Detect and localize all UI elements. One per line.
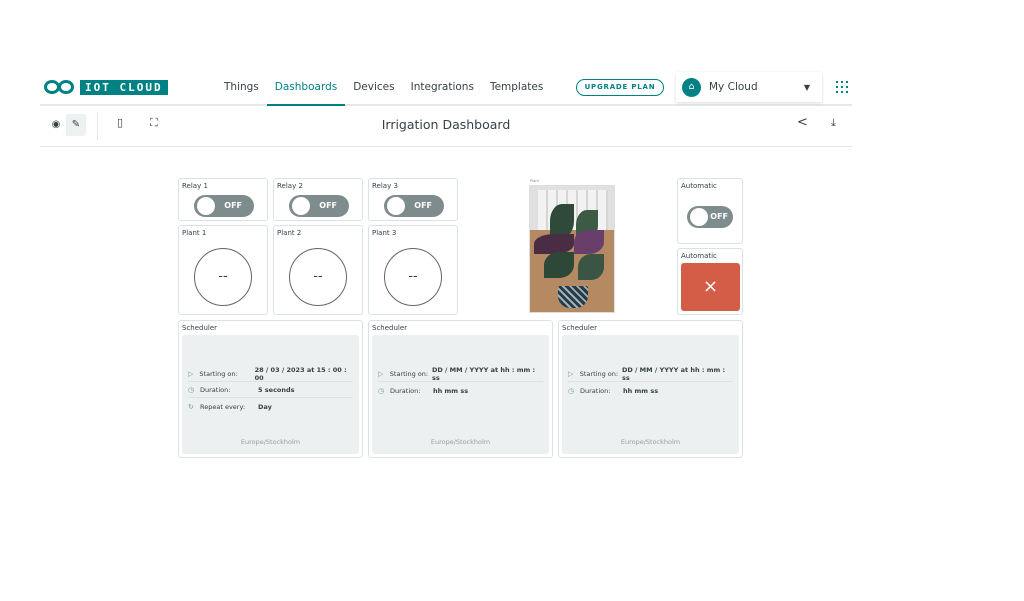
- automatic-switch-widget: Automatic OFF: [677, 178, 743, 244]
- close-icon[interactable]: ×: [681, 263, 740, 311]
- duration-row: ◷ Duration: hh mm ss: [568, 383, 733, 398]
- scheduler-widget: Scheduler ▷ Starting on: DD / MM / YYYY at…: [558, 320, 743, 458]
- widget-title: Automatic: [681, 252, 717, 260]
- widget-title: Plant 2: [277, 229, 302, 237]
- play-icon: ▷: [378, 370, 384, 378]
- apps-grid-icon[interactable]: [836, 81, 848, 93]
- starting-value: DD / MM / YYYY at hh : mm : ss: [431, 366, 536, 382]
- main-nav: Things Dashboards Devices Integrations T…: [216, 70, 551, 106]
- nav-devices[interactable]: Devices: [345, 70, 402, 106]
- widget-title: Scheduler: [562, 324, 598, 332]
- timezone-label: Europe/Stockholm: [620, 438, 681, 446]
- dashboard-title: Irrigation Dashboard: [381, 117, 511, 132]
- dashboard-toolbar: ◉ ✎ ▯ ⛶ Irrigation Dashboard < ⤓: [40, 106, 852, 147]
- automatic-status-widget: Automatic ×: [677, 248, 743, 315]
- download-icon[interactable]: ⤓: [831, 116, 836, 130]
- widget-title: Relay 3: [372, 182, 398, 190]
- plant-3-gauge: --: [384, 248, 442, 306]
- logo-text: IOT CLOUD: [80, 79, 168, 95]
- widget-title: Plant 3: [372, 229, 397, 237]
- switch-state: OFF: [224, 201, 242, 210]
- duration-label: Duration:: [200, 386, 231, 394]
- nav-templates[interactable]: Templates: [482, 70, 551, 106]
- duration-value: 5 seconds: [258, 386, 295, 394]
- widget-title: Plant 1: [182, 229, 207, 237]
- relay-widget: Relay 1 OFF: [178, 178, 268, 221]
- nav-integrations[interactable]: Integrations: [403, 70, 482, 106]
- space-selector[interactable]: ⌂ My Cloud ▼: [676, 72, 822, 102]
- scheduler-widget: Scheduler ▷ Starting on: DD / MM / YYYY at…: [368, 320, 553, 458]
- play-icon: ▷: [568, 370, 574, 378]
- scheduler-body[interactable]: ▷ Starting on: DD / MM / YYYY at hh : mm :…: [562, 335, 739, 454]
- caret-down-icon: ▼: [803, 82, 810, 92]
- timezone-label: Europe/Stockholm: [430, 438, 491, 446]
- duration-row: ◷ Duration: 5 seconds: [188, 383, 353, 398]
- starting-value: DD / MM / YYYY at hh : mm : ss: [621, 366, 726, 382]
- nav-things[interactable]: Things: [216, 70, 267, 106]
- relay-1-switch[interactable]: OFF: [194, 195, 254, 217]
- duration-label: Duration:: [580, 386, 611, 395]
- scheduler-widget: Scheduler ▷ Starting on: 28 / 03 / 2023 at…: [178, 320, 363, 458]
- starting-label: Starting on:: [199, 370, 238, 378]
- relay-2-switch[interactable]: OFF: [289, 195, 349, 217]
- relay-widget: Relay 3 OFF: [368, 178, 458, 221]
- switch-state: OFF: [710, 212, 728, 221]
- plant-gauge-widget: Plant 3 --: [368, 225, 458, 315]
- clock-icon: ◷: [568, 386, 575, 395]
- repeat-label: Repeat every:: [200, 402, 246, 411]
- starting-value: 28 / 03 / 2023 at 15 : 00 : 00: [254, 366, 347, 382]
- home-icon: ⌂: [682, 77, 701, 97]
- clock-icon: ◷: [378, 386, 385, 395]
- relay-widget: Relay 2 OFF: [273, 178, 363, 221]
- plant-2-gauge: --: [289, 248, 347, 306]
- starting-row: ▷ Starting on: DD / MM / YYYY at hh : mm :…: [568, 366, 733, 382]
- repeat-row: ↻ Repeat every: Day: [188, 399, 353, 414]
- widget-title: Relay 1: [182, 182, 208, 190]
- image-widget-title: Plant: [530, 179, 539, 183]
- nav-dashboards[interactable]: Dashboards: [266, 70, 346, 106]
- arduino-logo[interactable]: IOT CLOUD: [44, 79, 168, 95]
- infinity-logo-icon: [44, 79, 76, 95]
- widget-title: Scheduler: [182, 324, 218, 332]
- timezone-label: Europe/Stockholm: [240, 438, 301, 446]
- scheduler-body[interactable]: ▷ Starting on: DD / MM / YYYY at hh : mm :…: [372, 335, 549, 454]
- widget-title: Automatic: [681, 182, 717, 190]
- repeat-value: Day: [258, 402, 272, 411]
- play-icon: ▷: [188, 370, 194, 378]
- scheduler-body[interactable]: ▷ Starting on: 28 / 03 / 2023 at 15 : 00 :…: [182, 335, 359, 454]
- duration-value: hh mm ss: [623, 386, 659, 395]
- space-label: My Cloud: [709, 81, 758, 93]
- plant-photo: [529, 185, 615, 313]
- widget-title: Scheduler: [372, 324, 408, 332]
- top-navigation-bar: IOT CLOUD Things Dashboards Devices Inte…: [40, 70, 852, 106]
- share-icon[interactable]: <: [797, 115, 808, 130]
- plant-gauge-widget: Plant 1 --: [178, 225, 268, 315]
- starting-row: ▷ Starting on: DD / MM / YYYY at hh : mm :…: [378, 366, 543, 382]
- starting-row: ▷ Starting on: 28 / 03 / 2023 at 15 : 00 :…: [188, 366, 353, 382]
- starting-label: Starting on:: [579, 370, 619, 378]
- upgrade-plan-button[interactable]: UPGRADE PLAN: [576, 79, 664, 96]
- switch-state: OFF: [319, 201, 337, 210]
- repeat-icon: ↻: [188, 402, 194, 411]
- automatic-switch[interactable]: OFF: [687, 206, 733, 228]
- switch-state: OFF: [414, 201, 432, 210]
- starting-label: Starting on:: [389, 370, 429, 378]
- duration-row: ◷ Duration: hh mm ss: [378, 383, 543, 398]
- duration-value: hh mm ss: [433, 386, 469, 395]
- relay-3-switch[interactable]: OFF: [384, 195, 444, 217]
- duration-label: Duration:: [390, 386, 421, 395]
- clock-icon: ◷: [188, 386, 195, 394]
- plant-gauge-widget: Plant 2 --: [273, 225, 363, 315]
- widget-title: Relay 2: [277, 182, 303, 190]
- plant-1-gauge: --: [194, 248, 252, 306]
